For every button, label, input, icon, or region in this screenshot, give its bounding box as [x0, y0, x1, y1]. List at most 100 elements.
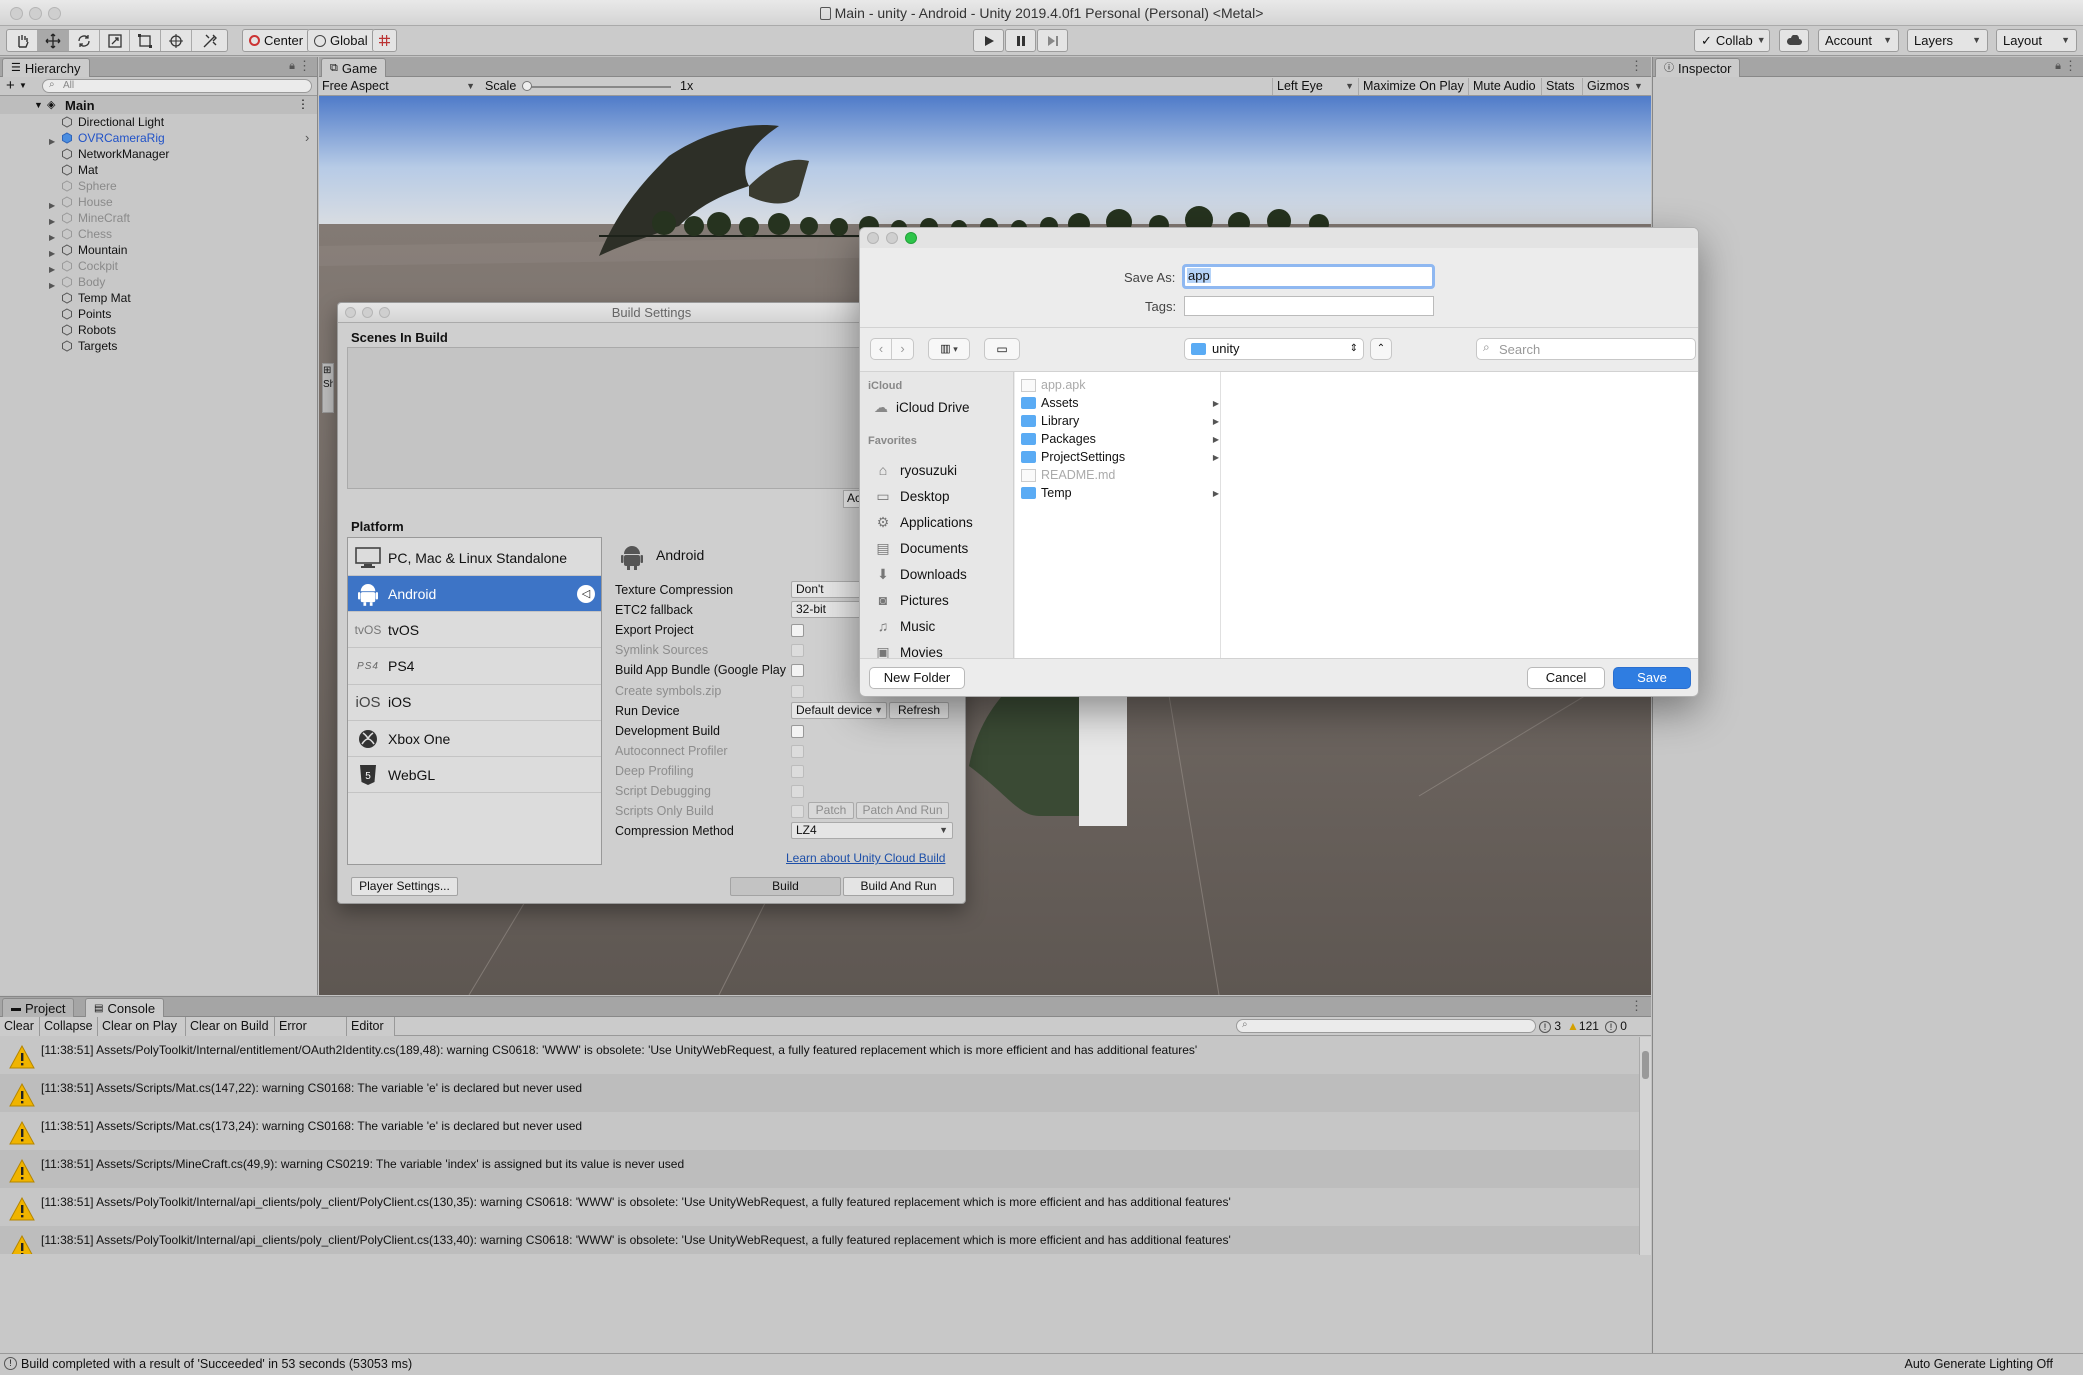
console-scroll-thumb[interactable] — [1642, 1051, 1649, 1079]
setting-dropdown[interactable]: Don't overri — [791, 581, 861, 598]
hierarchy-item[interactable]: Directional Light — [0, 114, 318, 130]
lock-icon[interactable]: 🔒︎ — [289, 60, 295, 73]
platform-item[interactable]: PS4 PS4 — [348, 649, 601, 685]
hierarchy-item[interactable]: ▶ Cockpit — [0, 258, 318, 274]
minimize-window-button[interactable] — [29, 7, 42, 20]
transform-icon[interactable] — [161, 30, 193, 51]
scenes-list[interactable] — [347, 347, 867, 489]
view-mode-button[interactable]: ▥ ▾ — [928, 338, 970, 360]
run-device-dropdown[interactable]: Default device ▼ — [791, 701, 887, 719]
console-log-entry[interactable]: [11:38:51] Assets/PolyToolkit/Internal/a… — [0, 1226, 1640, 1254]
hierarchy-item[interactable]: ▶ OVRCameraRig › — [0, 130, 318, 146]
mute-audio-button[interactable]: Mute Audio — [1468, 78, 1540, 95]
build-minimize-button[interactable] — [362, 307, 373, 318]
patch-and-run-button[interactable]: Patch And Run — [856, 802, 949, 820]
console-error-pause-button[interactable]: Error Pause — [275, 1017, 347, 1051]
new-folder-icon-button[interactable]: ▭ — [984, 338, 1020, 360]
game-panel-menu-icon[interactable]: ⋮ — [1630, 58, 1643, 74]
file-search-input[interactable]: ⌕ Search — [1476, 338, 1696, 360]
build-close-button[interactable] — [345, 307, 356, 318]
console-scrollbar[interactable] — [1639, 1037, 1651, 1255]
maximize-on-play-button[interactable]: Maximize On Play — [1358, 78, 1468, 95]
cloud-button[interactable] — [1779, 29, 1809, 52]
file-row[interactable]: Library ▶ — [1021, 412, 1221, 430]
file-row[interactable]: Packages ▶ — [1021, 430, 1221, 448]
scene-header-row[interactable]: ▼ ◈ Main ⋮ — [0, 96, 317, 114]
save-zoom-button[interactable] — [905, 232, 917, 244]
inspector-menu-icon[interactable]: ⋮ — [2064, 58, 2077, 74]
platform-item[interactable]: iOS iOS — [348, 685, 601, 721]
setting-checkbox[interactable] — [791, 805, 804, 819]
patch-button[interactable]: Patch — [808, 802, 854, 820]
tab-game[interactable]: ⧉ Game — [321, 58, 387, 77]
setting-checkbox[interactable] — [791, 624, 804, 638]
sidebar-item-pictures[interactable]: ◙ Pictures — [874, 590, 949, 610]
setting-checkbox[interactable] — [791, 785, 804, 798]
forward-icon[interactable]: › — [892, 339, 913, 359]
setting-dropdown[interactable]: 32-bit — [791, 601, 861, 619]
scale-slider-track[interactable] — [526, 86, 671, 88]
platform-item[interactable]: Xbox One — [348, 721, 601, 757]
rect-icon[interactable] — [130, 30, 162, 51]
console-log-entry[interactable]: [11:38:51] Assets/PolyToolkit/Internal/a… — [0, 1188, 1640, 1226]
layers-dropdown[interactable]: Layers ▼ — [1907, 29, 1988, 52]
scale-icon[interactable] — [100, 30, 131, 51]
tab-console[interactable]: ▤ Console — [85, 998, 165, 1017]
hierarchy-item[interactable]: ▶ Mountain — [0, 242, 318, 258]
rotate-icon[interactable] — [69, 30, 100, 51]
zoom-window-button[interactable] — [48, 7, 61, 20]
create-plus-icon[interactable]: + — [6, 77, 15, 94]
scene-menu-icon[interactable]: ⋮ — [297, 97, 309, 111]
sidebar-item-icloud-drive[interactable]: ☁ iCloud Drive — [874, 397, 970, 417]
inspector-lock-icon[interactable]: 🔒︎ — [2055, 60, 2061, 73]
platform-item[interactable]: 5 WebGL — [348, 757, 601, 794]
tab-hierarchy[interactable]: ☰ Hierarchy — [2, 58, 90, 77]
cancel-button[interactable]: Cancel — [1527, 667, 1605, 689]
hierarchy-search-input[interactable]: ⌕ All — [42, 79, 312, 93]
step-button[interactable] — [1037, 29, 1068, 52]
setting-checkbox[interactable] — [791, 644, 804, 658]
expand-arrow-icon[interactable]: ▼ — [34, 100, 43, 110]
console-log-entry[interactable]: [11:38:51] Assets/Scripts/MineCraft.cs(4… — [0, 1150, 1640, 1188]
auto-lighting-status[interactable]: Auto Generate Lighting Off — [1905, 1357, 2053, 1371]
build-zoom-button[interactable] — [379, 307, 390, 318]
back-icon[interactable]: ‹ — [871, 339, 893, 359]
account-dropdown[interactable]: Account ▼ — [1818, 29, 1899, 52]
new-folder-button[interactable]: New Folder — [869, 667, 965, 689]
console-log-entry[interactable]: [11:38:51] Assets/PolyToolkit/Internal/e… — [0, 1036, 1640, 1074]
tags-input[interactable] — [1184, 296, 1434, 316]
sidebar-item-desktop[interactable]: ▭ Desktop — [874, 486, 949, 506]
file-row[interactable]: Temp ▶ — [1021, 484, 1221, 502]
location-dropdown[interactable]: unity ⇕ — [1184, 338, 1364, 360]
save-close-button[interactable] — [867, 232, 879, 244]
setting-dropdown[interactable]: LZ4 ▼ — [791, 822, 953, 840]
sidebar-item-documents[interactable]: ▤ Documents — [874, 538, 968, 558]
build-button[interactable]: Build — [730, 877, 841, 896]
setting-checkbox[interactable] — [791, 744, 804, 758]
save-as-input[interactable]: app — [1182, 264, 1435, 289]
file-row[interactable]: README.md — [1021, 466, 1221, 484]
eye-dropdown[interactable]: Left Eye ▼ — [1272, 78, 1356, 95]
setting-checkbox[interactable] — [791, 684, 804, 698]
hierarchy-item[interactable]: ▶ House — [0, 194, 318, 210]
hierarchy-item[interactable]: NetworkManager — [0, 146, 318, 162]
expand-dialog-button[interactable]: ⌃ — [1370, 338, 1392, 360]
console-editor-button[interactable]: Editor ▼ — [347, 1017, 395, 1051]
tab-project[interactable]: ▬ Project — [2, 998, 75, 1017]
console-search-input[interactable]: ⌕ — [1236, 1019, 1536, 1033]
hierarchy-item[interactable]: Sphere — [0, 178, 318, 194]
sidebar-item-music[interactable]: ♫ Music — [874, 616, 936, 636]
save-minimize-button[interactable] — [886, 232, 898, 244]
prefab-open-icon[interactable]: › — [305, 130, 309, 146]
console-menu-icon[interactable]: ⋮ — [1630, 998, 1643, 1014]
layout-dropdown[interactable]: Layout ▼ — [1996, 29, 2077, 52]
setting-checkbox[interactable] — [791, 724, 804, 738]
stats-button[interactable]: Stats — [1541, 78, 1579, 95]
platform-item[interactable]: Android ◁ — [348, 576, 601, 613]
error-count-toggle[interactable]: ! 0 — [1604, 1017, 1627, 1036]
panel-menu-icon[interactable]: ⋮ — [298, 58, 311, 74]
console-log-entry[interactable]: [11:38:51] Assets/Scripts/Mat.cs(147,22)… — [0, 1074, 1640, 1112]
hierarchy-item[interactable]: ▶ MineCraft — [0, 210, 318, 226]
sidebar-item-downloads[interactable]: ⬇ Downloads — [874, 564, 967, 584]
save-button[interactable]: Save — [1613, 667, 1691, 689]
